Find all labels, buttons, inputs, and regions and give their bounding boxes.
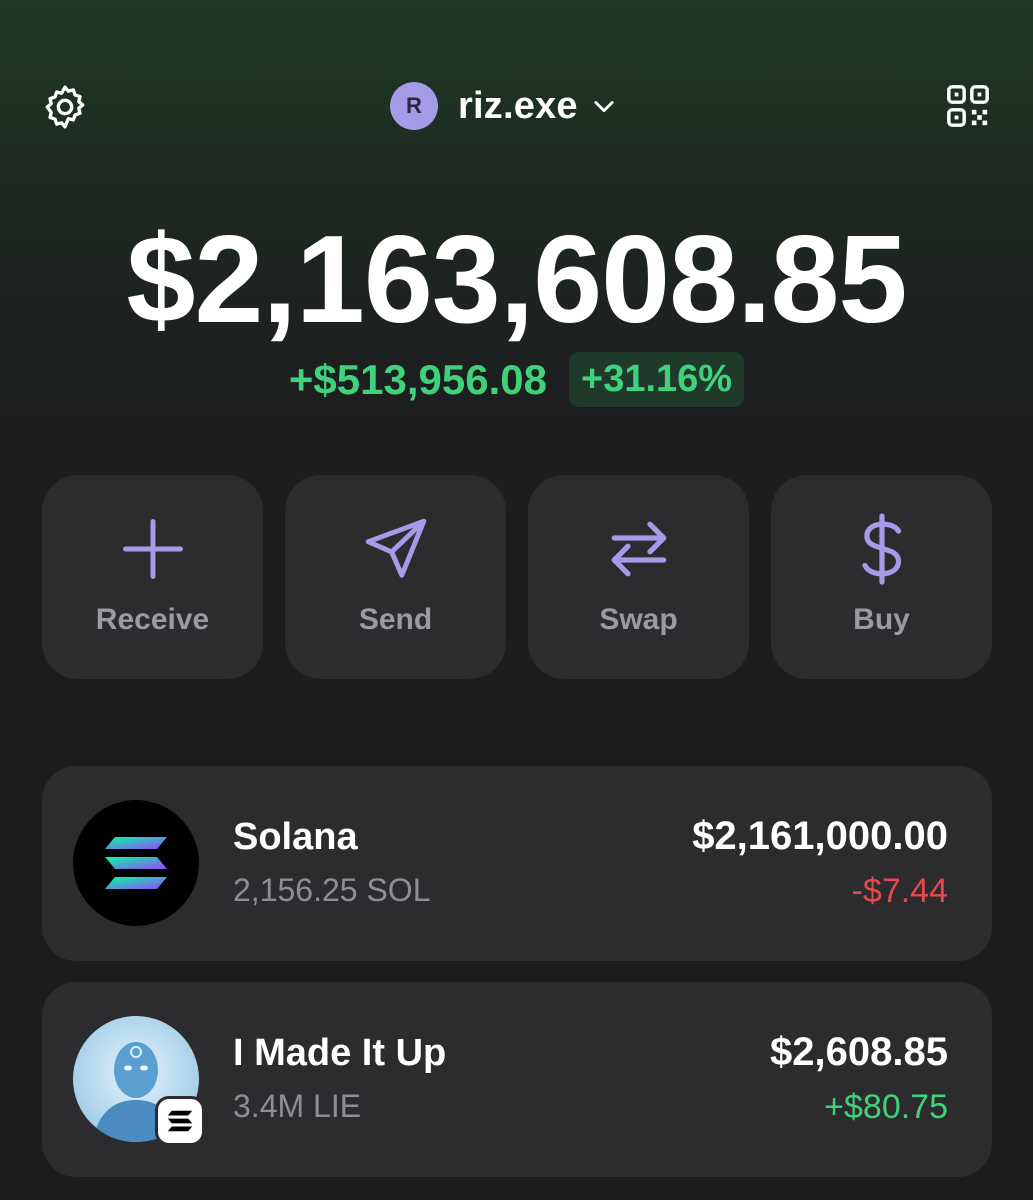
change-amount: +$513,956.08 <box>288 355 547 403</box>
buy-label: Buy <box>853 603 910 636</box>
qr-code-icon <box>947 85 989 127</box>
account-name: riz.exe <box>458 84 578 127</box>
chevron-down-icon <box>590 92 618 120</box>
solana-logo-icon <box>73 800 199 926</box>
token-name: I Made It Up <box>233 1032 447 1074</box>
token-change: -$7.44 <box>851 872 948 910</box>
token-change: +$80.75 <box>824 1088 948 1126</box>
send-label: Send <box>358 603 433 636</box>
send-icon <box>360 513 432 585</box>
swap-arrows-icon <box>603 513 675 585</box>
receive-label: Receive <box>95 603 210 636</box>
swap-button[interactable]: Swap <box>528 475 749 679</box>
top-bar: R riz.exe <box>0 0 1033 210</box>
token-quantity: 2,156.25 SOL <box>233 872 431 908</box>
token-avatar-image <box>73 1016 205 1146</box>
settings-button[interactable] <box>38 80 92 134</box>
total-balance: $2,163,608.85 <box>126 211 908 349</box>
balance-change: +$513,956.08 +31.16% <box>0 352 1033 407</box>
token-name: Solana <box>233 816 358 858</box>
buy-button[interactable]: Buy <box>771 475 992 679</box>
change-percent-badge: +31.16% <box>569 352 745 407</box>
gear-icon <box>45 85 85 129</box>
token-row-lie[interactable]: I Made It Up 3.4M LIE $2,608.85 +$80.75 <box>42 982 992 1177</box>
receive-button[interactable]: Receive <box>42 475 263 679</box>
avatar: R <box>390 82 438 130</box>
token-list: Solana 2,156.25 SOL $2,161,000.00 -$7.44… <box>42 766 992 1198</box>
token-value: $2,608.85 <box>770 1030 948 1074</box>
send-button[interactable]: Send <box>285 475 506 679</box>
plus-icon <box>117 513 189 585</box>
dollar-icon <box>846 513 918 585</box>
action-buttons: Receive Send Swap Buy <box>42 475 992 679</box>
qr-code-button[interactable] <box>942 80 994 132</box>
token-quantity: 3.4M LIE <box>233 1088 362 1124</box>
account-switcher[interactable]: R riz.exe <box>390 80 618 132</box>
solana-chain-badge-icon <box>155 1096 205 1146</box>
token-row-solana[interactable]: Solana 2,156.25 SOL $2,161,000.00 -$7.44 <box>42 766 992 961</box>
token-value: $2,161,000.00 <box>692 814 948 858</box>
swap-label: Swap <box>599 603 678 636</box>
